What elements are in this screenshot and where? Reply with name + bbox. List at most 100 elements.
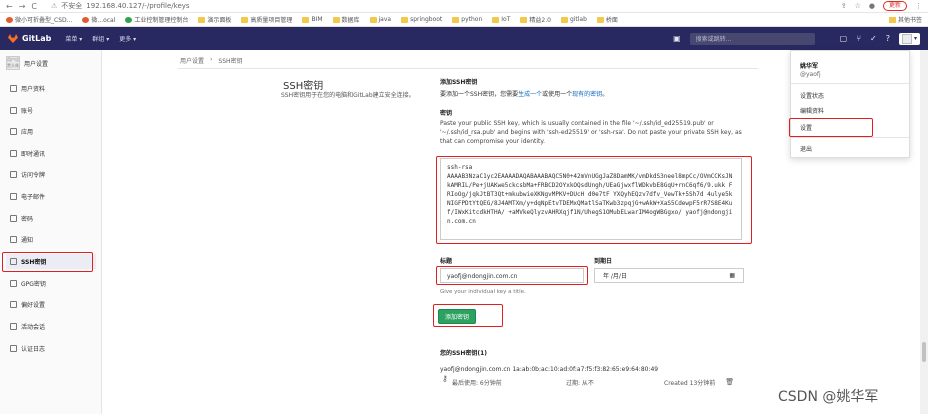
key-fingerprint[interactable]: yaofj@ndongjin.com.cn 1a:ab:0b:ac:10:ad:…: [440, 366, 658, 373]
bookmark-icon: [82, 16, 90, 23]
highlight-box-settings: [789, 118, 873, 137]
sidebar-item-emails[interactable]: 电子邮件: [6, 189, 96, 204]
bookmark-item[interactable]: springboot: [401, 16, 442, 23]
calendar-icon[interactable]: ▦: [729, 272, 735, 279]
sidebar-item-account[interactable]: 账号: [6, 103, 96, 118]
bookmarks-bar: 微小可折叠型_CSD... 微...ocal 工业控制管理控制台 演示面板 高质…: [0, 13, 928, 27]
key-icon: [10, 280, 17, 287]
sidebar-item-gpg-keys[interactable]: GPG密钥: [6, 276, 96, 291]
back-icon[interactable]: ←: [6, 2, 13, 11]
folder-icon: [369, 16, 377, 23]
user-menu-button[interactable]: ▾: [898, 32, 920, 45]
dropdown-item-set-status[interactable]: 设置状态: [800, 91, 824, 100]
more-dropdown[interactable]: 更多 ▾: [119, 34, 136, 43]
url-text[interactable]: 192.168.40.127/-/profile/keys: [86, 2, 189, 10]
bookmark-item[interactable]: 微小可折叠型_CSD...: [6, 15, 72, 24]
add-key-description: 要添加一个SSH密钥，您需要生成一个或使用一个现有的密钥。: [440, 89, 608, 98]
folder-icon: [492, 16, 500, 23]
menu-icon[interactable]: ⋮: [915, 2, 922, 10]
bookmark-item[interactable]: 精益2.0: [520, 15, 551, 24]
add-desc-text: 。: [602, 91, 609, 98]
expires-date-input[interactable]: 年 /月/日 ▦: [594, 268, 744, 283]
bookmark-item[interactable]: gitlab: [560, 16, 587, 23]
breadcrumb-item[interactable]: SSH密钥: [218, 56, 242, 65]
update-button[interactable]: 更新: [882, 1, 907, 11]
browser-toolbar: ← → C ⚠ 不安全 192.168.40.127/-/profile/key…: [0, 0, 928, 13]
other-bookmarks-label: 其他书签: [897, 17, 922, 24]
sidebar-item-auth-log[interactable]: 认证日志: [6, 341, 96, 356]
user-dropdown-menu: 姚华军 @yaofj 设置状态 编辑资料 设置 退出: [790, 50, 910, 158]
address-bar[interactable]: ⚠ 不安全 192.168.40.127/-/profile/keys: [51, 1, 190, 11]
title-label: 标题: [440, 258, 453, 265]
applications-icon: [10, 128, 17, 135]
sidebar-item-access-tokens[interactable]: 访问令牌: [6, 167, 96, 182]
bookmark-item[interactable]: 演示面板: [198, 15, 231, 24]
menu-dropdown[interactable]: 菜单 ▾: [65, 34, 82, 43]
other-bookmarks[interactable]: 其他书签: [888, 15, 922, 24]
search-input[interactable]: 搜索或跳转...: [689, 32, 815, 45]
scrollbar[interactable]: [920, 50, 928, 414]
share-icon[interactable]: ⇪: [841, 2, 847, 10]
sidebar-item-password[interactable]: 密码: [6, 211, 96, 226]
sidebar-item-label: 活动会话: [21, 324, 46, 331]
gitlab-logo[interactable]: GitLab: [8, 34, 51, 43]
bookmark-item[interactable]: BIM: [302, 16, 323, 23]
bookmark-item[interactable]: 微...ocal: [82, 15, 115, 24]
sidebar-item-profile[interactable]: 用户资料: [6, 81, 96, 96]
highlight-box-ssh-keys: [2, 252, 93, 272]
folder-icon: [560, 16, 568, 23]
issues-icon[interactable]: ▢: [840, 34, 848, 43]
page-title: SSH密钥: [283, 81, 324, 92]
profile-icon[interactable]: ●: [869, 2, 875, 10]
highlight-box-key: [436, 156, 752, 244]
forward-icon[interactable]: →: [19, 2, 26, 11]
folder-icon: [332, 16, 340, 23]
merge-request-icon[interactable]: ⑂: [856, 34, 861, 43]
chat-icon: [10, 150, 17, 157]
key-created: Created 13分钟前: [664, 380, 716, 387]
bookmark-item[interactable]: 工业控制管理控制台: [125, 15, 188, 24]
sidebar-item-notifications[interactable]: 通知: [6, 232, 96, 247]
bookmark-item[interactable]: IoT: [492, 16, 510, 23]
star-icon[interactable]: ☆: [855, 2, 861, 10]
trash-icon[interactable]: 🗑: [725, 378, 734, 387]
bookmark-icon: [6, 16, 13, 23]
add-desc-text: 要添加一个SSH密钥，您需要: [440, 91, 519, 98]
bookmark-label: 演示面板: [207, 17, 232, 24]
scrollbar-thumb[interactable]: [922, 342, 926, 362]
todo-icon[interactable]: ✓: [870, 34, 877, 43]
new-item-icon[interactable]: ▣: [673, 34, 681, 43]
browser-right: ⇪ ☆ ● 更新 ⋮: [841, 1, 922, 11]
breadcrumb-item[interactable]: 用户设置: [180, 56, 204, 65]
folder-icon: [401, 16, 409, 23]
reload-icon[interactable]: C: [31, 2, 37, 11]
groups-dropdown[interactable]: 群组 ▾: [92, 34, 109, 43]
bookmark-item[interactable]: 数据库: [332, 15, 360, 24]
sidebar-item-label: 偏好设置: [21, 302, 46, 309]
generate-key-link[interactable]: 生成一个: [518, 91, 542, 98]
bookmark-label: springboot: [410, 16, 443, 23]
dropdown-handle: @yaofj: [800, 71, 821, 78]
sidebar-item-chat[interactable]: 即时通讯: [6, 146, 96, 161]
dropdown-item-sign-out[interactable]: 退出: [800, 144, 812, 153]
notifications-icon: [10, 236, 17, 243]
bookmark-item[interactable]: java: [369, 16, 391, 23]
sidebar-item-active-sessions[interactable]: 活动会话: [6, 319, 96, 334]
mail-icon: [10, 193, 17, 200]
sidebar-item-label: GPG密钥: [21, 281, 46, 288]
sidebar-item-preferences[interactable]: 偏好设置: [6, 297, 96, 312]
warning-icon: ⚠: [51, 2, 58, 10]
sidebar-item-label: 通知: [21, 237, 34, 244]
bookmark-item[interactable]: python: [452, 16, 482, 23]
sidebar-item-applications[interactable]: 应用: [6, 124, 96, 139]
expires-label: 到期日: [594, 258, 613, 265]
bookmark-item[interactable]: 桥面: [596, 15, 618, 24]
folder-icon: [888, 16, 896, 23]
dropdown-item-edit-profile[interactable]: 编辑资料: [800, 106, 824, 115]
title-hint: Give your individual key a title.: [440, 289, 526, 295]
gitlab-navbar: GitLab 菜单 ▾ 群组 ▾ 更多 ▾ ▣ 搜索或跳转... ▢ ⑂ ✓ ?…: [0, 27, 928, 50]
profile-icon: [10, 85, 17, 92]
existing-key-link[interactable]: 现有的密钥: [572, 91, 602, 98]
bookmark-item[interactable]: 高质量项目管理: [241, 15, 292, 24]
help-icon[interactable]: ?: [886, 34, 890, 43]
